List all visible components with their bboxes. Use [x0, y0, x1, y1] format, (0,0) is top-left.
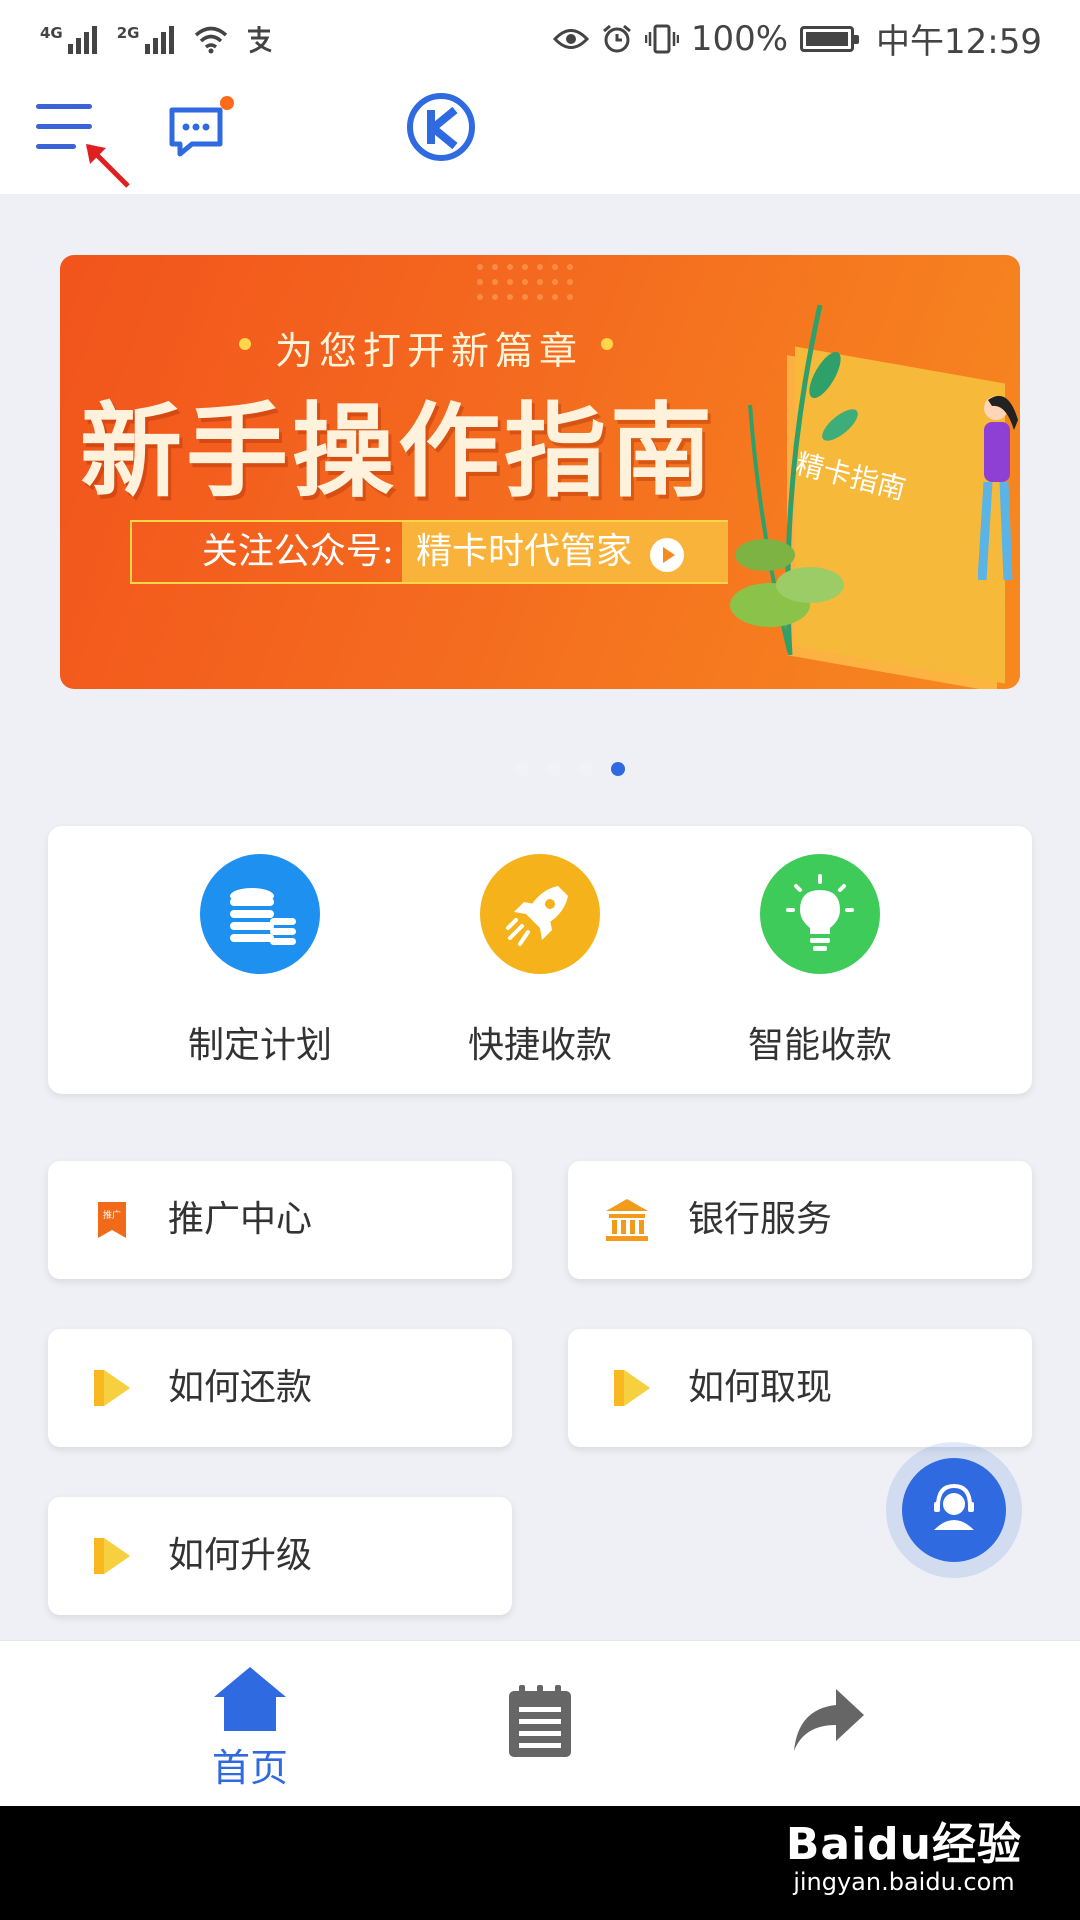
alarm-icon — [602, 24, 631, 52]
carousel-dot[interactable] — [579, 762, 593, 776]
watermark-logo: Baidu经验 — [785, 1819, 1022, 1870]
watermark: Baidu经验 jingyan.baidu.com — [786, 1808, 1022, 1896]
link-how-to-upgrade[interactable]: 如何升级 — [48, 1497, 512, 1615]
quick-action-label: 快捷收款 — [467, 1025, 612, 1066]
net2-label: 2G — [116, 24, 140, 42]
link-label: 如何升级 — [168, 1535, 313, 1576]
status-bar: 4G 2G 100% 中午12:59 — [0, 0, 1080, 72]
link-label: 如何取现 — [688, 1367, 833, 1408]
carousel-dot[interactable] — [515, 762, 529, 776]
carousel-dot-active[interactable] — [611, 762, 625, 776]
promo-banner[interactable]: 精卡指南 为您打开新篇章 新手操作指南 关注公众号: 精卡时代管家 — [60, 255, 1020, 689]
promo-badge-text: 推广 — [103, 1209, 121, 1221]
link-how-to-repay[interactable]: 如何还款 — [48, 1329, 512, 1447]
quick-action-smart-collect[interactable]: 智能收款 — [690, 854, 950, 1068]
notepad-icon — [509, 1685, 571, 1757]
quick-action-label: 制定计划 — [187, 1025, 332, 1066]
nav-home[interactable]: 首页 — [170, 1663, 330, 1792]
follow-official-account: 关注公众号: 精卡时代管家 — [130, 520, 728, 584]
quick-actions-card: 制定计划 快捷收款 智能收款 — [48, 826, 1032, 1094]
eye-icon — [552, 28, 589, 49]
status-right: 100% 中午12:59 — [552, 14, 1042, 63]
app-bar — [0, 72, 1080, 194]
notification-dot — [220, 96, 234, 110]
customer-service-button[interactable] — [902, 1458, 1006, 1562]
link-promotion-center[interactable]: 推广 推广中心 — [48, 1161, 512, 1279]
promotion-bookmark-icon: 推广 — [98, 1202, 126, 1238]
signal-4g-icon: 4G — [40, 26, 97, 54]
follow-label: 关注公众号: — [201, 531, 394, 572]
link-label: 如何还款 — [168, 1367, 313, 1408]
decor-dots — [477, 264, 573, 300]
clock: 中午12:59 — [876, 22, 1042, 62]
quick-action-quick-collect[interactable]: 快捷收款 — [410, 854, 670, 1068]
bottom-nav: 首页 — [0, 1640, 1080, 1806]
plant-illustration — [730, 304, 858, 655]
banner-play-icon — [650, 538, 684, 572]
play-icon — [94, 1538, 130, 1574]
status-left: 4G 2G — [40, 14, 274, 54]
quick-action-make-plan[interactable]: 制定计划 — [130, 854, 390, 1068]
bank-icon — [606, 1199, 648, 1241]
battery-percent: 100% — [690, 18, 789, 59]
play-icon — [94, 1370, 130, 1406]
headset-user-icon — [934, 1483, 974, 1530]
link-bank-service[interactable]: 银行服务 — [568, 1161, 1032, 1279]
quick-action-label: 智能收款 — [747, 1025, 892, 1066]
lightbulb-icon — [760, 854, 880, 974]
banner-title: 新手操作指南 — [80, 393, 716, 512]
banner-subtitle: 为您打开新篇章 — [238, 320, 614, 375]
signal-2g-icon: 2G — [117, 26, 174, 54]
coins-stack-icon — [200, 854, 320, 974]
pointer-arrow-icon — [86, 144, 130, 188]
nav-home-label: 首页 — [211, 1746, 288, 1790]
share-arrow-icon — [794, 1689, 864, 1751]
carousel-dot[interactable] — [547, 762, 561, 776]
vibrate-icon — [644, 24, 679, 53]
link-how-to-withdraw[interactable]: 如何取现 — [568, 1329, 1032, 1447]
wifi-icon — [194, 26, 227, 54]
battery-icon — [800, 25, 860, 52]
app-logo-icon — [407, 93, 475, 161]
link-label: 推广中心 — [168, 1199, 313, 1240]
watermark-url: jingyan.baidu.com — [793, 1868, 1015, 1896]
nav-share[interactable] — [748, 1685, 908, 1759]
rocket-icon — [480, 854, 600, 974]
net1-label: 4G — [40, 24, 63, 42]
message-icon[interactable] — [166, 104, 226, 160]
nav-records[interactable] — [460, 1683, 620, 1763]
home-icon — [214, 1667, 286, 1731]
person-illustration — [978, 395, 1018, 581]
alipay-icon — [247, 26, 271, 54]
carousel-indicator — [0, 762, 1080, 776]
play-icon — [614, 1370, 650, 1406]
link-label: 银行服务 — [688, 1199, 833, 1240]
